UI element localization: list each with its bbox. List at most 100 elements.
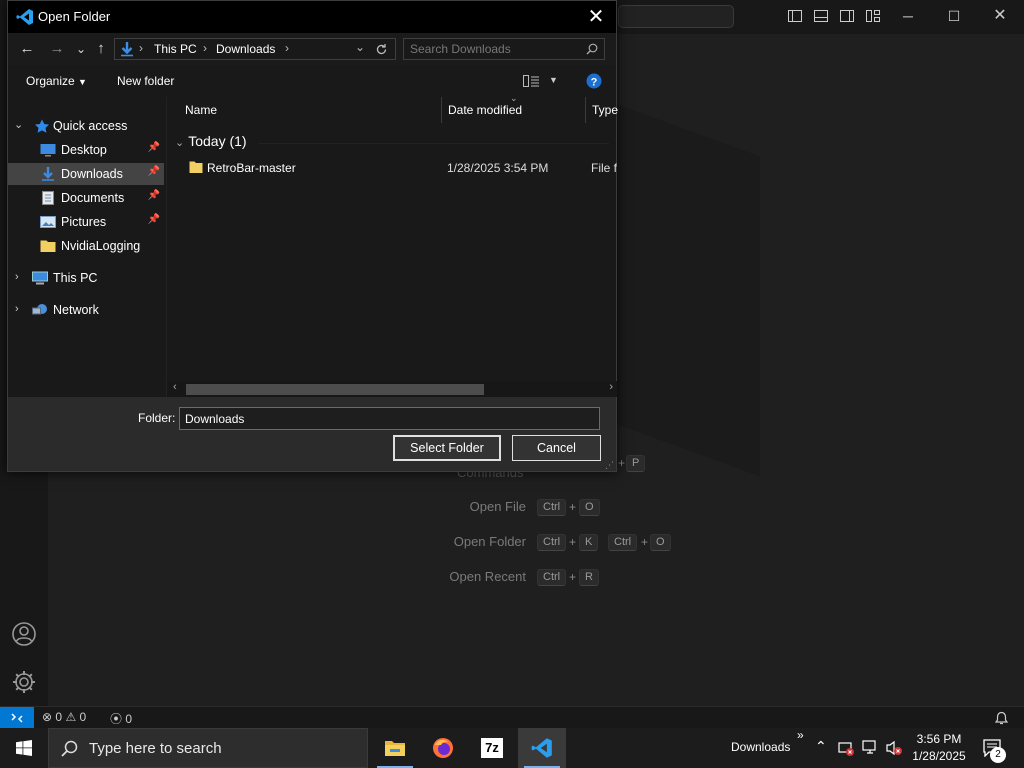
problems-indicator[interactable]: ⊗ 0 ⚠ 0 [42,710,86,724]
recent-locations-icon[interactable]: ⌄ [72,39,90,59]
pin-icon: 📌 [147,166,160,177]
sidebar-item-pictures[interactable]: Pictures 📌 [8,211,164,233]
this-pc-icon [32,271,48,285]
expand-chevron-icon[interactable]: › [15,271,19,283]
breadcrumb-separator: › [285,41,289,55]
toolbar-overflow-icon[interactable]: » [797,728,804,742]
7zip-app[interactable]: 7z [468,728,516,768]
minimize-icon[interactable]: ─ [898,6,918,26]
view-options-icon[interactable] [523,75,539,87]
search-icon [61,740,78,757]
gear-icon[interactable] [11,669,37,695]
7zip-icon: 7z [481,738,503,758]
dialog-footer: Folder: Select Folder Cancel ⋰ [8,397,616,471]
toggle-panel-icon[interactable] [813,8,829,24]
scroll-right-icon[interactable]: › [609,381,613,393]
help-icon[interactable]: ? [586,73,602,89]
back-icon[interactable]: ← [18,39,36,59]
sidebar-item-network[interactable]: › Network [8,299,164,321]
toggle-primary-sidebar-icon[interactable] [787,8,803,24]
column-header-name[interactable]: Name [179,97,442,123]
toggle-secondary-sidebar-icon[interactable] [839,8,855,24]
volume-muted-icon[interactable] [885,740,903,756]
network-status-icon[interactable] [862,740,879,756]
resize-grip-icon[interactable]: ⋰ [605,460,614,471]
error-icon: ⊗ [42,710,53,724]
file-name: RetroBar-master [207,161,296,175]
dialog-title: Open Folder [38,9,111,24]
up-icon[interactable]: ↑ [92,39,110,59]
refresh-icon[interactable] [375,43,388,56]
search-input[interactable] [410,41,580,57]
collapse-chevron-icon: ⌄ [175,137,185,149]
documents-icon [42,191,54,205]
folder-field[interactable] [179,407,600,430]
horizontal-scrollbar[interactable]: ‹ › [167,381,617,397]
pin-icon: 📌 [147,142,160,153]
start-button[interactable] [0,728,48,768]
downloads-arrow-icon [121,42,133,57]
accounts-icon[interactable] [11,621,37,647]
command-bar: Organize ▼ New folder ▼ ? [8,65,616,97]
sidebar-item-this-pc[interactable]: › This PC [8,267,164,289]
open-recent-label: Open Recent [449,569,526,584]
sidebar-item-quick-access[interactable]: ⌄ Quick access [8,115,164,137]
view-dropdown-icon[interactable]: ▼ [549,75,558,85]
svg-text:?: ? [591,77,598,89]
column-header-type[interactable]: Type [586,97,626,123]
remote-icon [11,713,23,723]
expand-chevron-icon[interactable]: ⌄ [14,118,23,131]
scrollbar-thumb[interactable] [186,384,484,395]
sidebar-item-nvidialogging[interactable]: NvidiaLogging [8,235,164,257]
folder-icon [189,161,203,173]
search-box[interactable] [403,38,605,60]
new-folder-button[interactable]: New folder [117,74,174,88]
file-explorer-app[interactable] [371,728,419,768]
group-header-today[interactable]: ⌄ Today (1) [175,133,247,149]
address-bar[interactable]: › This PC › Downloads › ⌄ [114,38,396,60]
desktop-icon [40,144,56,157]
notification-count-badge: 2 [990,747,1006,763]
broadcast-icon: ⦿ [110,712,123,726]
forward-icon[interactable]: → [48,39,66,59]
dialog-titlebar: Open Folder ✕ [8,1,616,33]
downloads-toolbar-label[interactable]: Downloads [731,740,790,754]
file-type: File fo [591,161,617,175]
organize-button[interactable]: Organize ▼ [26,74,87,88]
vscode-app[interactable] [518,728,566,768]
cancel-button[interactable]: Cancel [512,435,601,461]
customize-layout-icon[interactable] [865,8,881,24]
bell-icon[interactable] [995,711,1008,725]
file-explorer-icon [385,741,405,756]
scroll-left-icon[interactable]: ‹ [173,381,177,393]
expand-chevron-icon[interactable]: › [15,303,19,315]
open-folder-dialog: Open Folder ✕ ← → ⌄ ↑ › This PC › Downlo… [7,0,618,472]
breadcrumb-this-pc[interactable]: This PC [154,42,197,56]
firefox-app[interactable] [419,728,467,768]
sidebar-item-documents[interactable]: Documents 📌 [8,187,164,209]
dialog-close-button[interactable]: ✕ [584,5,608,29]
breadcrumb-downloads[interactable]: Downloads [216,42,275,56]
command-center[interactable] [618,5,734,28]
show-hidden-icons-chevron-icon[interactable]: ⌃ [815,738,827,755]
shortcut-open-file: Open File Ctrl + O [380,499,680,517]
ports-indicator[interactable]: ⦿ 0 [110,710,132,727]
maximize-icon[interactable]: ☐ [944,6,964,26]
clock-time: 3:56 PM [916,732,962,746]
column-header-date-modified[interactable]: Date modified ⌄ [442,93,586,123]
security-alert-icon[interactable] [838,740,854,756]
key-p: P [626,455,646,472]
file-row[interactable]: RetroBar-master 1/28/2025 3:54 PM File f… [167,157,617,179]
select-folder-button[interactable]: Select Folder [393,435,501,461]
file-list: Name Date modified ⌄ Type ⌄ Today (1) Ret… [166,93,618,397]
system-clock[interactable]: 3:56 PM 1/28/2025 [906,731,972,765]
address-dropdown-icon[interactable]: ⌄ [355,40,365,54]
taskbar: Type here to search 7z Downloads » ⌃ 3:5… [0,728,1024,768]
sidebar-item-downloads[interactable]: Downloads 📌 [8,163,164,185]
taskbar-search[interactable]: Type here to search [48,728,368,768]
downloads-icon [42,167,54,181]
close-window-icon[interactable]: ✕ [990,6,1010,26]
sidebar-item-desktop[interactable]: Desktop 📌 [8,139,164,161]
shortcut-open-recent: Open Recent Ctrl + R [380,569,680,587]
remote-indicator[interactable] [0,707,34,729]
